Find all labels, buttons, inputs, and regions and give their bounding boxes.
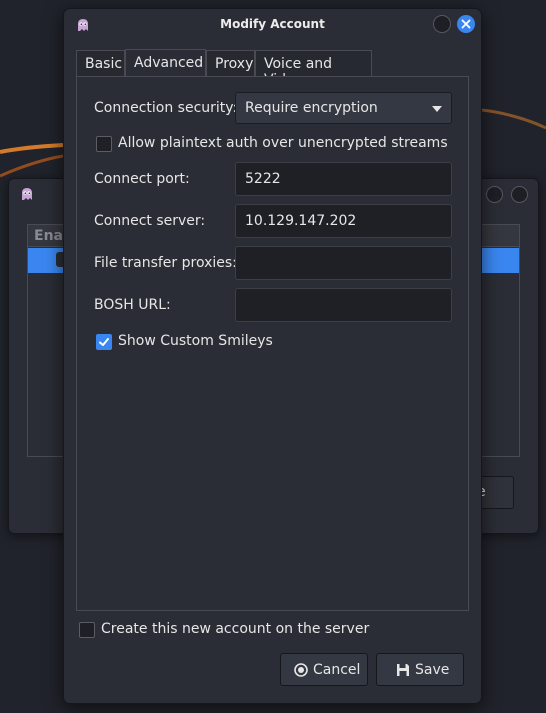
chevron-down-icon	[432, 106, 442, 112]
connect-port-label: Connect port:	[94, 171, 190, 187]
save-icon	[396, 663, 410, 681]
file-transfer-proxies-input[interactable]	[235, 246, 452, 280]
pidgin-icon	[20, 186, 34, 205]
connection-security-value: Require encryption	[245, 100, 378, 116]
show-custom-smileys-label: Show Custom Smileys	[118, 333, 273, 349]
connection-security-label: Connection security:	[94, 100, 238, 116]
connect-server-input[interactable]: 10.129.147.202	[235, 204, 452, 238]
dialog-title: Modify Account	[220, 17, 325, 31]
tab-proxy[interactable]: Proxy	[206, 50, 255, 77]
advanced-tab-panel: Connection security: Require encryption …	[76, 76, 469, 611]
modify-account-dialog: Modify Account Basic Advanced Proxy Voic…	[63, 8, 482, 704]
save-label: Save	[415, 662, 450, 678]
close-icon	[461, 19, 471, 29]
connection-security-select[interactable]: Require encryption	[235, 92, 452, 124]
close-button[interactable]	[457, 15, 475, 33]
tab-basic[interactable]: Basic	[76, 50, 125, 77]
minimize-button[interactable]	[433, 15, 451, 33]
checkmark-icon	[99, 338, 109, 346]
create-account-checkbox[interactable]	[79, 622, 95, 638]
connect-server-label: Connect server:	[94, 213, 206, 229]
tab-voice-and-video[interactable]: Voice and Video	[255, 50, 372, 88]
allow-plaintext-label: Allow plaintext auth over unencrypted st…	[118, 135, 448, 151]
cancel-label: Cancel	[313, 662, 361, 678]
bosh-url-input[interactable]	[235, 288, 452, 322]
connect-port-input[interactable]: 5222	[235, 162, 452, 196]
title-bar[interactable]: Modify Account	[64, 9, 481, 43]
bg-window-button[interactable]	[511, 186, 528, 203]
file-transfer-proxies-label: File transfer proxies:	[94, 255, 237, 271]
save-button[interactable]: Save	[376, 653, 464, 686]
cancel-button[interactable]: Cancel	[280, 653, 368, 686]
bg-window-button[interactable]	[486, 186, 503, 203]
allow-plaintext-checkbox[interactable]	[96, 136, 112, 152]
show-custom-smileys-checkbox[interactable]	[96, 334, 112, 350]
bosh-url-label: BOSH URL:	[94, 297, 171, 313]
cancel-icon	[294, 663, 308, 681]
create-account-label: Create this new account on the server	[101, 621, 370, 637]
tab-advanced[interactable]: Advanced	[125, 49, 206, 78]
